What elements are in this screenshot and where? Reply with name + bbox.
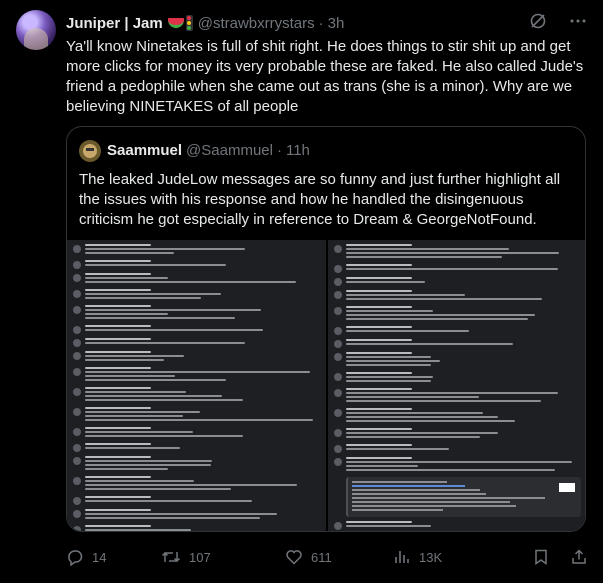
chat-message [334, 408, 581, 424]
reply-icon [66, 548, 84, 566]
traffic-light-emoji [185, 15, 193, 31]
views-button[interactable]: 13K [393, 548, 513, 566]
chat-message [73, 443, 320, 452]
media-gallery [67, 240, 585, 531]
chat-message [73, 338, 320, 347]
chat-message [334, 339, 581, 348]
chat-message [334, 264, 581, 273]
reply-count: 14 [92, 549, 107, 565]
bookmark-icon[interactable] [532, 548, 550, 566]
views-icon [393, 548, 411, 566]
chat-message [73, 305, 320, 321]
secondary-actions [532, 548, 588, 566]
chat-message [73, 244, 320, 256]
chat-message [73, 325, 320, 334]
chat-message [334, 352, 581, 368]
chat-message [73, 273, 320, 285]
chat-message [334, 290, 581, 302]
chat-message [73, 407, 320, 423]
link-embed [346, 477, 581, 517]
chat-message [73, 260, 320, 269]
chat-message [334, 244, 581, 260]
tweet-time[interactable]: 3h [328, 15, 345, 32]
like-count: 611 [311, 549, 332, 565]
retweet-icon [161, 548, 181, 566]
grok-icon[interactable] [529, 12, 547, 30]
retweet-button[interactable]: 107 [161, 548, 285, 566]
author-avatar[interactable] [16, 10, 56, 50]
author-emoji [167, 15, 193, 31]
chat-message [334, 372, 581, 384]
quoted-tweet-time[interactable]: 11h [286, 142, 310, 159]
media-image-right[interactable] [328, 240, 585, 531]
quoted-author-handle[interactable]: @Saammuel [186, 142, 273, 159]
tweet-header: Juniper | Jam @strawbxrrystars · 3h [66, 12, 587, 34]
chat-message [334, 457, 581, 473]
chat-message [73, 351, 320, 363]
quoted-tweet-text: The leaked JudeLow messages are so funny… [79, 171, 561, 228]
chat-message [73, 456, 320, 472]
more-icon[interactable] [569, 12, 587, 30]
author-handle[interactable]: @strawbxrrystars [198, 15, 315, 32]
heart-icon [285, 548, 303, 566]
chat-message [73, 525, 320, 531]
separator-dot: · [276, 142, 282, 159]
chat-message [73, 289, 320, 301]
quoted-author-avatar[interactable] [79, 140, 101, 162]
chat-message [334, 428, 581, 440]
chat-message [73, 509, 320, 521]
views-count: 13K [419, 549, 443, 565]
chat-message [73, 496, 320, 505]
author-name[interactable]: Juniper | Jam [66, 15, 163, 32]
chat-message [334, 326, 581, 335]
chat-message [73, 387, 320, 403]
reply-button[interactable]: 14 [66, 548, 161, 566]
chat-message [334, 388, 581, 404]
retweet-count: 107 [189, 549, 211, 565]
separator-dot: · [318, 14, 324, 32]
header-actions [529, 12, 587, 30]
quoted-tweet-header: Saammuel @Saammuel · 11h [107, 142, 310, 159]
chat-message [334, 277, 581, 286]
tweet-actions: 14 107 611 13K [66, 546, 588, 568]
chat-message [334, 521, 581, 530]
like-button[interactable]: 611 [285, 548, 393, 566]
chat-message [334, 444, 581, 453]
chat-message [73, 427, 320, 439]
chat-message [73, 367, 320, 383]
chat-message [334, 306, 581, 322]
quoted-author-name[interactable]: Saammuel [107, 142, 182, 159]
watermelon-emoji [167, 18, 184, 28]
chat-message [73, 476, 320, 492]
tweet-text: Ya'll know Ninetakes is full of shit rig… [66, 38, 584, 115]
share-icon[interactable] [570, 548, 588, 566]
media-image-left[interactable] [67, 240, 326, 531]
quoted-tweet[interactable]: Saammuel @Saammuel · 11h The leaked Jude… [66, 126, 586, 532]
